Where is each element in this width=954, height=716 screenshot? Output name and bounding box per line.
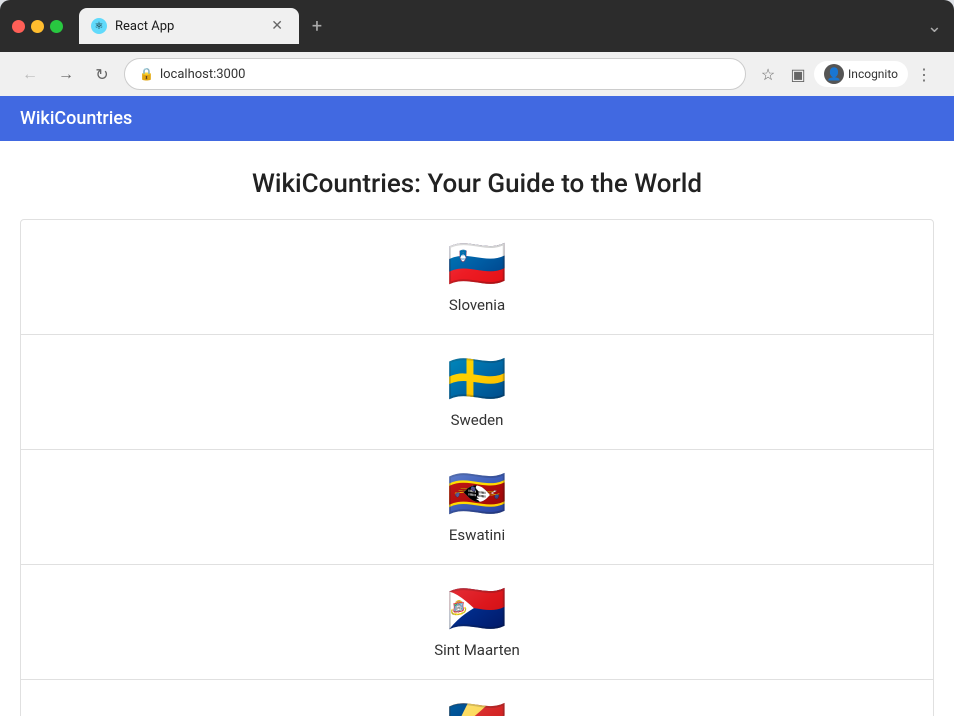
- maximize-button[interactable]: [50, 20, 63, 33]
- country-name: Eswatini: [449, 526, 505, 544]
- tab-title: React App: [115, 19, 259, 34]
- back-icon: ←: [22, 64, 38, 84]
- country-flag: 🇸🇪: [447, 355, 507, 403]
- forward-button[interactable]: →: [52, 60, 80, 88]
- addressbar: ← → ↻ 🔒 localhost:3000 ☆ ▣ 👤 Incognito ⋮: [0, 52, 954, 96]
- titlebar: ⚛ React App ✕ + ⌄: [0, 0, 954, 52]
- country-row[interactable]: 🇸🇮 Slovenia: [21, 220, 933, 335]
- browser-menu-right: ⌄: [927, 16, 942, 37]
- close-button[interactable]: [12, 20, 25, 33]
- url-text: localhost:3000: [160, 67, 731, 82]
- country-name: Slovenia: [449, 296, 505, 314]
- refresh-icon: ↻: [95, 65, 108, 84]
- tab-favicon: ⚛: [91, 18, 107, 34]
- minimize-button[interactable]: [31, 20, 44, 33]
- browser-actions: ☆ ▣ 👤 Incognito ⋮: [754, 60, 938, 88]
- tab-bar: ⚛ React App ✕ +: [79, 8, 919, 44]
- traffic-lights: [12, 20, 63, 33]
- app-header: WikiCountries: [0, 96, 954, 141]
- back-button[interactable]: ←: [16, 60, 44, 88]
- app-header-title: WikiCountries: [20, 108, 132, 129]
- split-view-button[interactable]: ▣: [784, 60, 812, 88]
- browser-chrome: ⚛ React App ✕ + ⌄ ← → ↻ 🔒 localhost:3000: [0, 0, 954, 96]
- active-tab[interactable]: ⚛ React App ✕: [79, 8, 299, 44]
- lock-icon: 🔒: [139, 67, 154, 81]
- country-row[interactable]: 🇸🇽 Sint Maarten: [21, 565, 933, 680]
- app-content: WikiCountries: Your Guide to the World 🇸…: [0, 141, 954, 716]
- bookmark-button[interactable]: ☆: [754, 60, 782, 88]
- country-flag: 🇸🇮: [447, 240, 507, 288]
- country-flag: 🇸🇿: [447, 470, 507, 518]
- tab-close-button[interactable]: ✕: [267, 16, 287, 36]
- incognito-icon: 👤: [824, 64, 844, 84]
- country-flag: 🇸🇨: [447, 700, 507, 716]
- country-flag: 🇸🇽: [447, 585, 507, 633]
- browser-menu-button[interactable]: ⋮: [910, 60, 938, 88]
- country-name: Sint Maarten: [434, 641, 519, 659]
- country-row[interactable]: 🇸🇨Seychelles: [21, 680, 933, 716]
- window-menu-icon[interactable]: ⌄: [927, 16, 942, 37]
- incognito-label: Incognito: [848, 67, 898, 81]
- country-row[interactable]: 🇸🇪 Sweden: [21, 335, 933, 450]
- app-container: WikiCountries WikiCountries: Your Guide …: [0, 96, 954, 716]
- country-row[interactable]: 🇸🇿 Eswatini: [21, 450, 933, 565]
- address-bar[interactable]: 🔒 localhost:3000: [124, 58, 746, 90]
- incognito-badge: 👤 Incognito: [814, 61, 908, 87]
- country-name: Sweden: [451, 411, 504, 429]
- new-tab-button[interactable]: +: [303, 12, 331, 40]
- page-title: WikiCountries: Your Guide to the World: [0, 141, 954, 219]
- forward-icon: →: [58, 64, 74, 84]
- refresh-button[interactable]: ↻: [88, 60, 116, 88]
- countries-list: 🇸🇮 Slovenia 🇸🇪 Sweden 🇸🇿 Eswatini 🇸🇽 Sint Maart…: [20, 219, 934, 716]
